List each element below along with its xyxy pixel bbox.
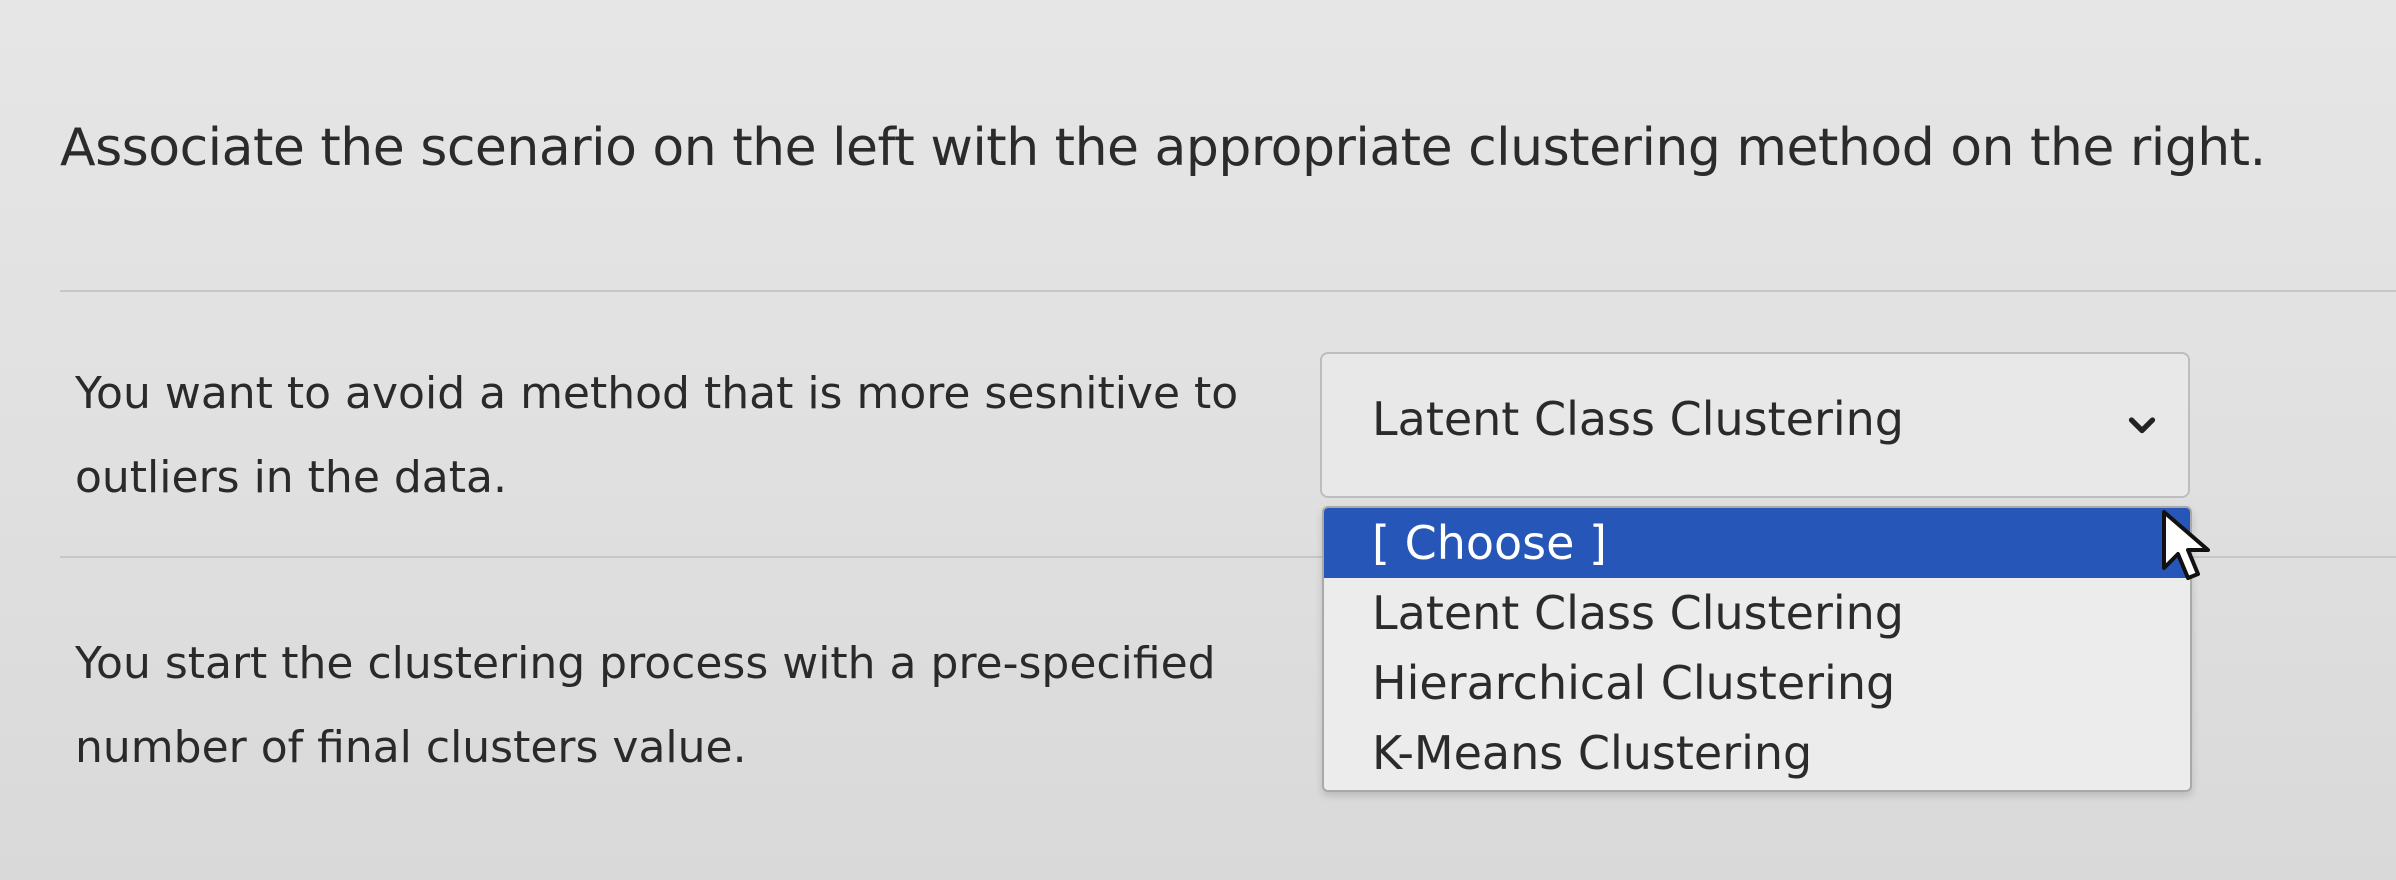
- option-k-means[interactable]: K-Means Clustering: [1324, 718, 2190, 788]
- chevron-down-icon: [2128, 417, 2156, 434]
- divider-top: [60, 290, 2396, 292]
- method-select-1[interactable]: Latent Class Clustering: [1320, 352, 2190, 498]
- mouse-cursor-icon: [2162, 510, 2210, 580]
- option-choose[interactable]: [ Choose ]: [1324, 508, 2190, 578]
- option-latent-class[interactable]: Latent Class Clustering: [1324, 578, 2190, 648]
- selected-value: Latent Class Clustering: [1372, 392, 1905, 446]
- option-hierarchical[interactable]: Hierarchical Clustering: [1324, 648, 2190, 718]
- dropdown-list: [ Choose ] Latent Class Clustering Hiera…: [1322, 506, 2192, 792]
- scenario-text-1: You want to avoid a method that is more …: [75, 368, 1239, 503]
- scenario-text-2: You start the clustering process with a …: [75, 638, 1216, 773]
- question-prompt: Associate the scenario on the left with …: [60, 118, 2266, 178]
